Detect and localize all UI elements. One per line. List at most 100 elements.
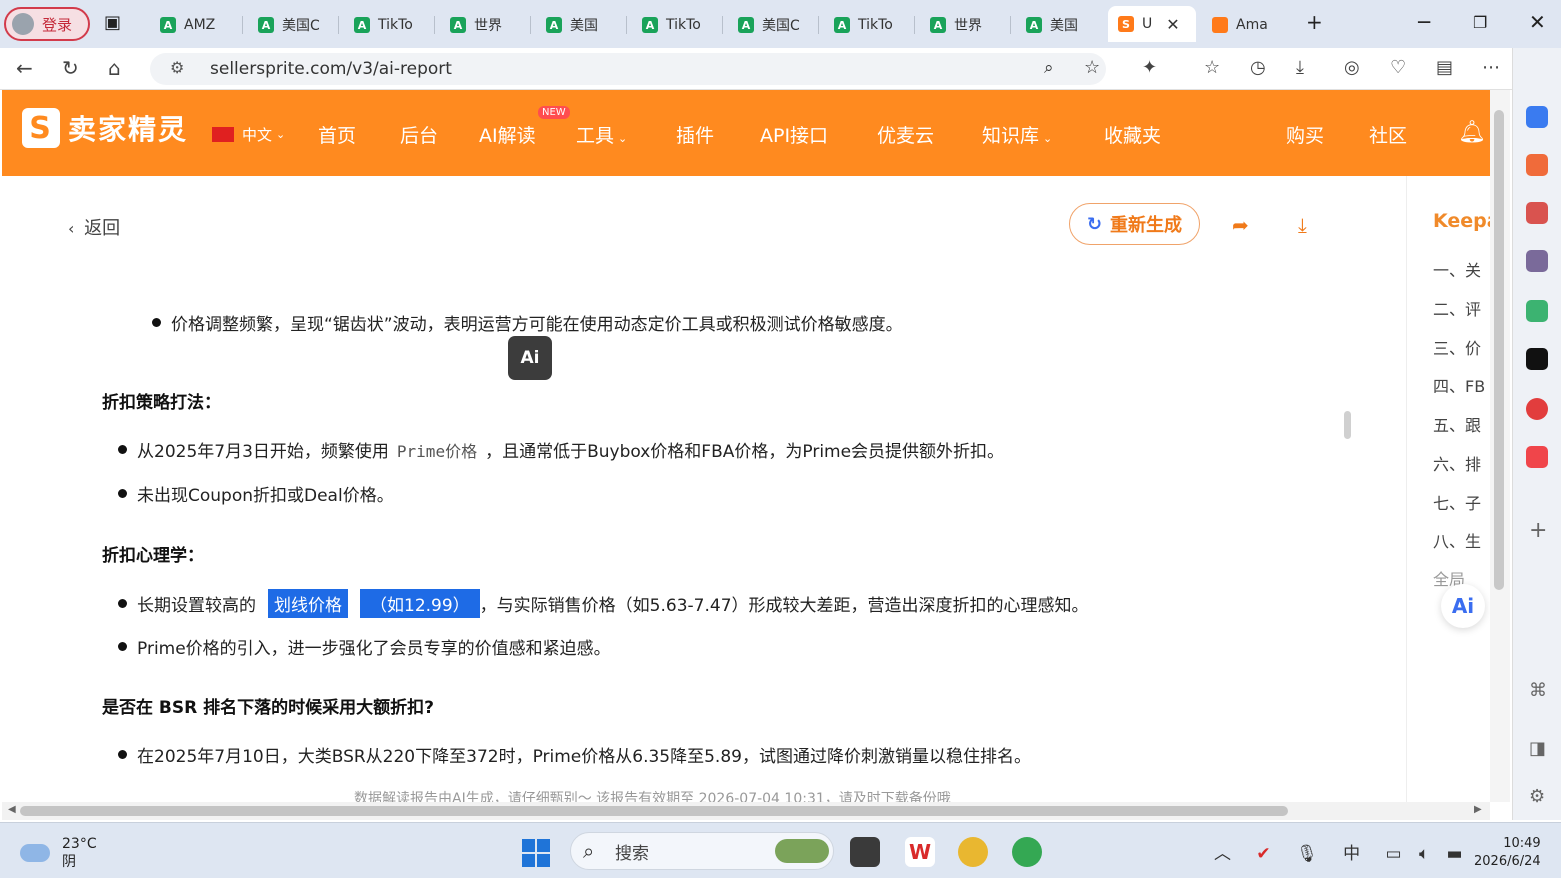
nav-favorites[interactable]: 收藏夹 xyxy=(1104,121,1161,148)
bell-icon[interactable]: 🔔︎ xyxy=(1458,120,1486,145)
toc-item[interactable]: 五、跟 xyxy=(1433,412,1481,436)
scroll-thumb[interactable] xyxy=(20,806,1288,816)
scroll-right-icon[interactable]: ▶ xyxy=(1474,804,1482,815)
tab-6[interactable]: A 美国C xyxy=(738,8,808,42)
weibo-icon[interactable] xyxy=(1526,398,1548,420)
download-icon[interactable]: ⤓ xyxy=(1296,57,1304,78)
home-icon[interactable]: ⌂ xyxy=(108,56,121,80)
tab-amazon[interactable]: Ama xyxy=(1212,8,1292,42)
toc-item[interactable]: 八、生 xyxy=(1433,528,1481,552)
restore-icon[interactable]: ❐ xyxy=(1473,13,1487,32)
nav-backend[interactable]: 后台 xyxy=(400,121,438,148)
back-button[interactable]: ‹ 返回 xyxy=(68,214,120,240)
regenerate-button[interactable]: ↻ 重新生成 xyxy=(1069,203,1200,245)
nav-api[interactable]: API接口 xyxy=(760,121,828,148)
volume-icon[interactable]: 🔈︎ xyxy=(1419,844,1429,864)
toc-item[interactable]: 七、子 xyxy=(1433,490,1481,514)
window-close-icon[interactable]: ✕ xyxy=(1529,10,1546,34)
apps-icon[interactable] xyxy=(1526,300,1548,322)
toc-item[interactable]: 二、评 xyxy=(1433,296,1481,320)
nav-buy[interactable]: 购买 xyxy=(1286,121,1324,148)
browser-app-icon[interactable] xyxy=(1012,837,1042,867)
wallet-icon[interactable]: ▤ xyxy=(1436,57,1453,78)
tab-1[interactable]: A 美国C xyxy=(258,8,328,42)
office-icon[interactable] xyxy=(1526,154,1548,176)
selected-text[interactable]: 划线价格 xyxy=(268,589,348,618)
heading-text: 折扣策略打法 xyxy=(102,393,204,413)
copilot-sidebar-icon[interactable] xyxy=(1526,106,1548,128)
ime-indicator[interactable]: 中 xyxy=(1343,844,1360,864)
games-icon[interactable] xyxy=(1526,250,1548,272)
microphone-icon[interactable]: 🎙︎ xyxy=(1296,844,1318,864)
nav-community[interactable]: 社区 xyxy=(1369,121,1407,148)
tab-3[interactable]: A 世界 xyxy=(450,8,520,42)
horizontal-scrollbar[interactable]: ◀ ▶ xyxy=(2,802,1490,820)
toc-item[interactable]: 三、价 xyxy=(1433,335,1481,359)
tab-7[interactable]: A TikTo xyxy=(834,8,904,42)
xiaohongshu-icon[interactable] xyxy=(1526,446,1548,468)
tab-active[interactable]: S U ✕ xyxy=(1108,6,1196,42)
minimize-icon[interactable]: ─ xyxy=(1418,10,1430,34)
share-icon[interactable]: ➦ xyxy=(1232,213,1249,237)
chrome-icon[interactable] xyxy=(958,837,988,867)
page-vertical-scrollbar[interactable] xyxy=(1490,90,1510,802)
new-tab-button[interactable]: + xyxy=(1306,10,1323,34)
content-scroll-thumb[interactable] xyxy=(1344,411,1351,439)
toc-item[interactable]: 六、排 xyxy=(1433,451,1481,475)
wps-icon[interactable]: W xyxy=(905,837,935,867)
download-report-icon[interactable]: ⤓ xyxy=(1298,213,1307,237)
taskbar-search[interactable]: ⌕ 搜索 xyxy=(570,832,834,870)
screenshot-icon[interactable]: ◎ xyxy=(1344,57,1360,78)
ai-assist-button[interactable]: Ai xyxy=(508,336,552,380)
sidebar-toggle-icon[interactable]: ◨ xyxy=(1529,738,1546,759)
close-tab-icon[interactable]: ✕ xyxy=(1166,15,1179,34)
nav-tools[interactable]: 工具 ⌄ xyxy=(576,121,627,148)
clock[interactable]: 10:49 2026/6/24 xyxy=(1474,835,1541,871)
capture-icon[interactable]: ⌘ xyxy=(1529,680,1547,701)
extensions-icon[interactable]: ✦ xyxy=(1142,57,1157,78)
performance-icon[interactable]: ♡ xyxy=(1390,57,1406,78)
nav-youmaiyun[interactable]: 优麦云 xyxy=(877,121,934,148)
task-view-icon[interactable] xyxy=(850,837,880,867)
add-icon[interactable]: + xyxy=(1529,518,1547,543)
favorites-icon[interactable]: ☆ xyxy=(1204,57,1220,78)
nav-plugin[interactable]: 插件 xyxy=(676,121,714,148)
toc-item[interactable]: 一、关 xyxy=(1433,257,1481,281)
ai-chat-button[interactable]: Ai xyxy=(1441,584,1485,628)
sellersprite-logo[interactable]: S 卖家精灵 xyxy=(22,108,188,148)
tab-9[interactable]: A 美国 xyxy=(1026,8,1096,42)
history-icon[interactable]: ◷ xyxy=(1250,57,1266,78)
nav-home[interactable]: 首页 xyxy=(318,121,356,148)
weather-widget[interactable]: 23°C 阴 xyxy=(20,835,97,871)
bullet-dot xyxy=(118,750,127,759)
site-info-icon[interactable]: ⚙ xyxy=(170,58,184,77)
toc-item[interactable]: 四、FB xyxy=(1433,373,1485,397)
scroll-left-icon[interactable]: ◀ xyxy=(8,804,16,815)
favorite-star-icon[interactable]: ☆ xyxy=(1084,57,1100,78)
back-arrow-icon[interactable]: ← xyxy=(16,56,33,80)
wps-tray-icon[interactable]: ✔ xyxy=(1256,844,1270,864)
zoom-icon[interactable]: ⌕ xyxy=(1044,58,1054,78)
tiktok-icon[interactable] xyxy=(1526,348,1548,370)
network-icon[interactable]: ▭ xyxy=(1385,844,1401,864)
start-button[interactable] xyxy=(522,839,550,867)
tab-0[interactable]: A AMZ xyxy=(160,8,230,42)
tab-4[interactable]: A 美国 xyxy=(546,8,616,42)
nav-knowledge[interactable]: 知识库 ⌄ xyxy=(982,121,1052,148)
tray-expand-icon[interactable]: ︿ xyxy=(1214,844,1231,864)
language-selector[interactable]: 中文 ⌄ xyxy=(212,124,285,145)
selected-text[interactable]: （如12.99） xyxy=(360,589,480,618)
scroll-thumb[interactable] xyxy=(1494,110,1504,590)
reload-icon[interactable]: ↻ xyxy=(62,56,79,80)
nav-ai-interpret[interactable]: AI解读 xyxy=(479,121,536,148)
tab-actions-icon[interactable]: ▣ xyxy=(104,12,121,33)
login-button[interactable]: 登录 xyxy=(4,7,90,41)
more-icon[interactable]: ⋯ xyxy=(1482,57,1500,78)
tab-2[interactable]: A TikTo xyxy=(354,8,424,42)
settings-gear-icon[interactable]: ⚙ xyxy=(1529,786,1545,807)
toolbox-icon[interactable] xyxy=(1526,202,1548,224)
url-field[interactable]: ⚙ sellersprite.com/v3/ai-report ⌕ ☆ xyxy=(150,53,1106,85)
battery-icon[interactable]: ▬ xyxy=(1447,844,1463,864)
tab-8[interactable]: A 世界 xyxy=(930,8,1000,42)
tab-5[interactable]: A TikTo xyxy=(642,8,712,42)
